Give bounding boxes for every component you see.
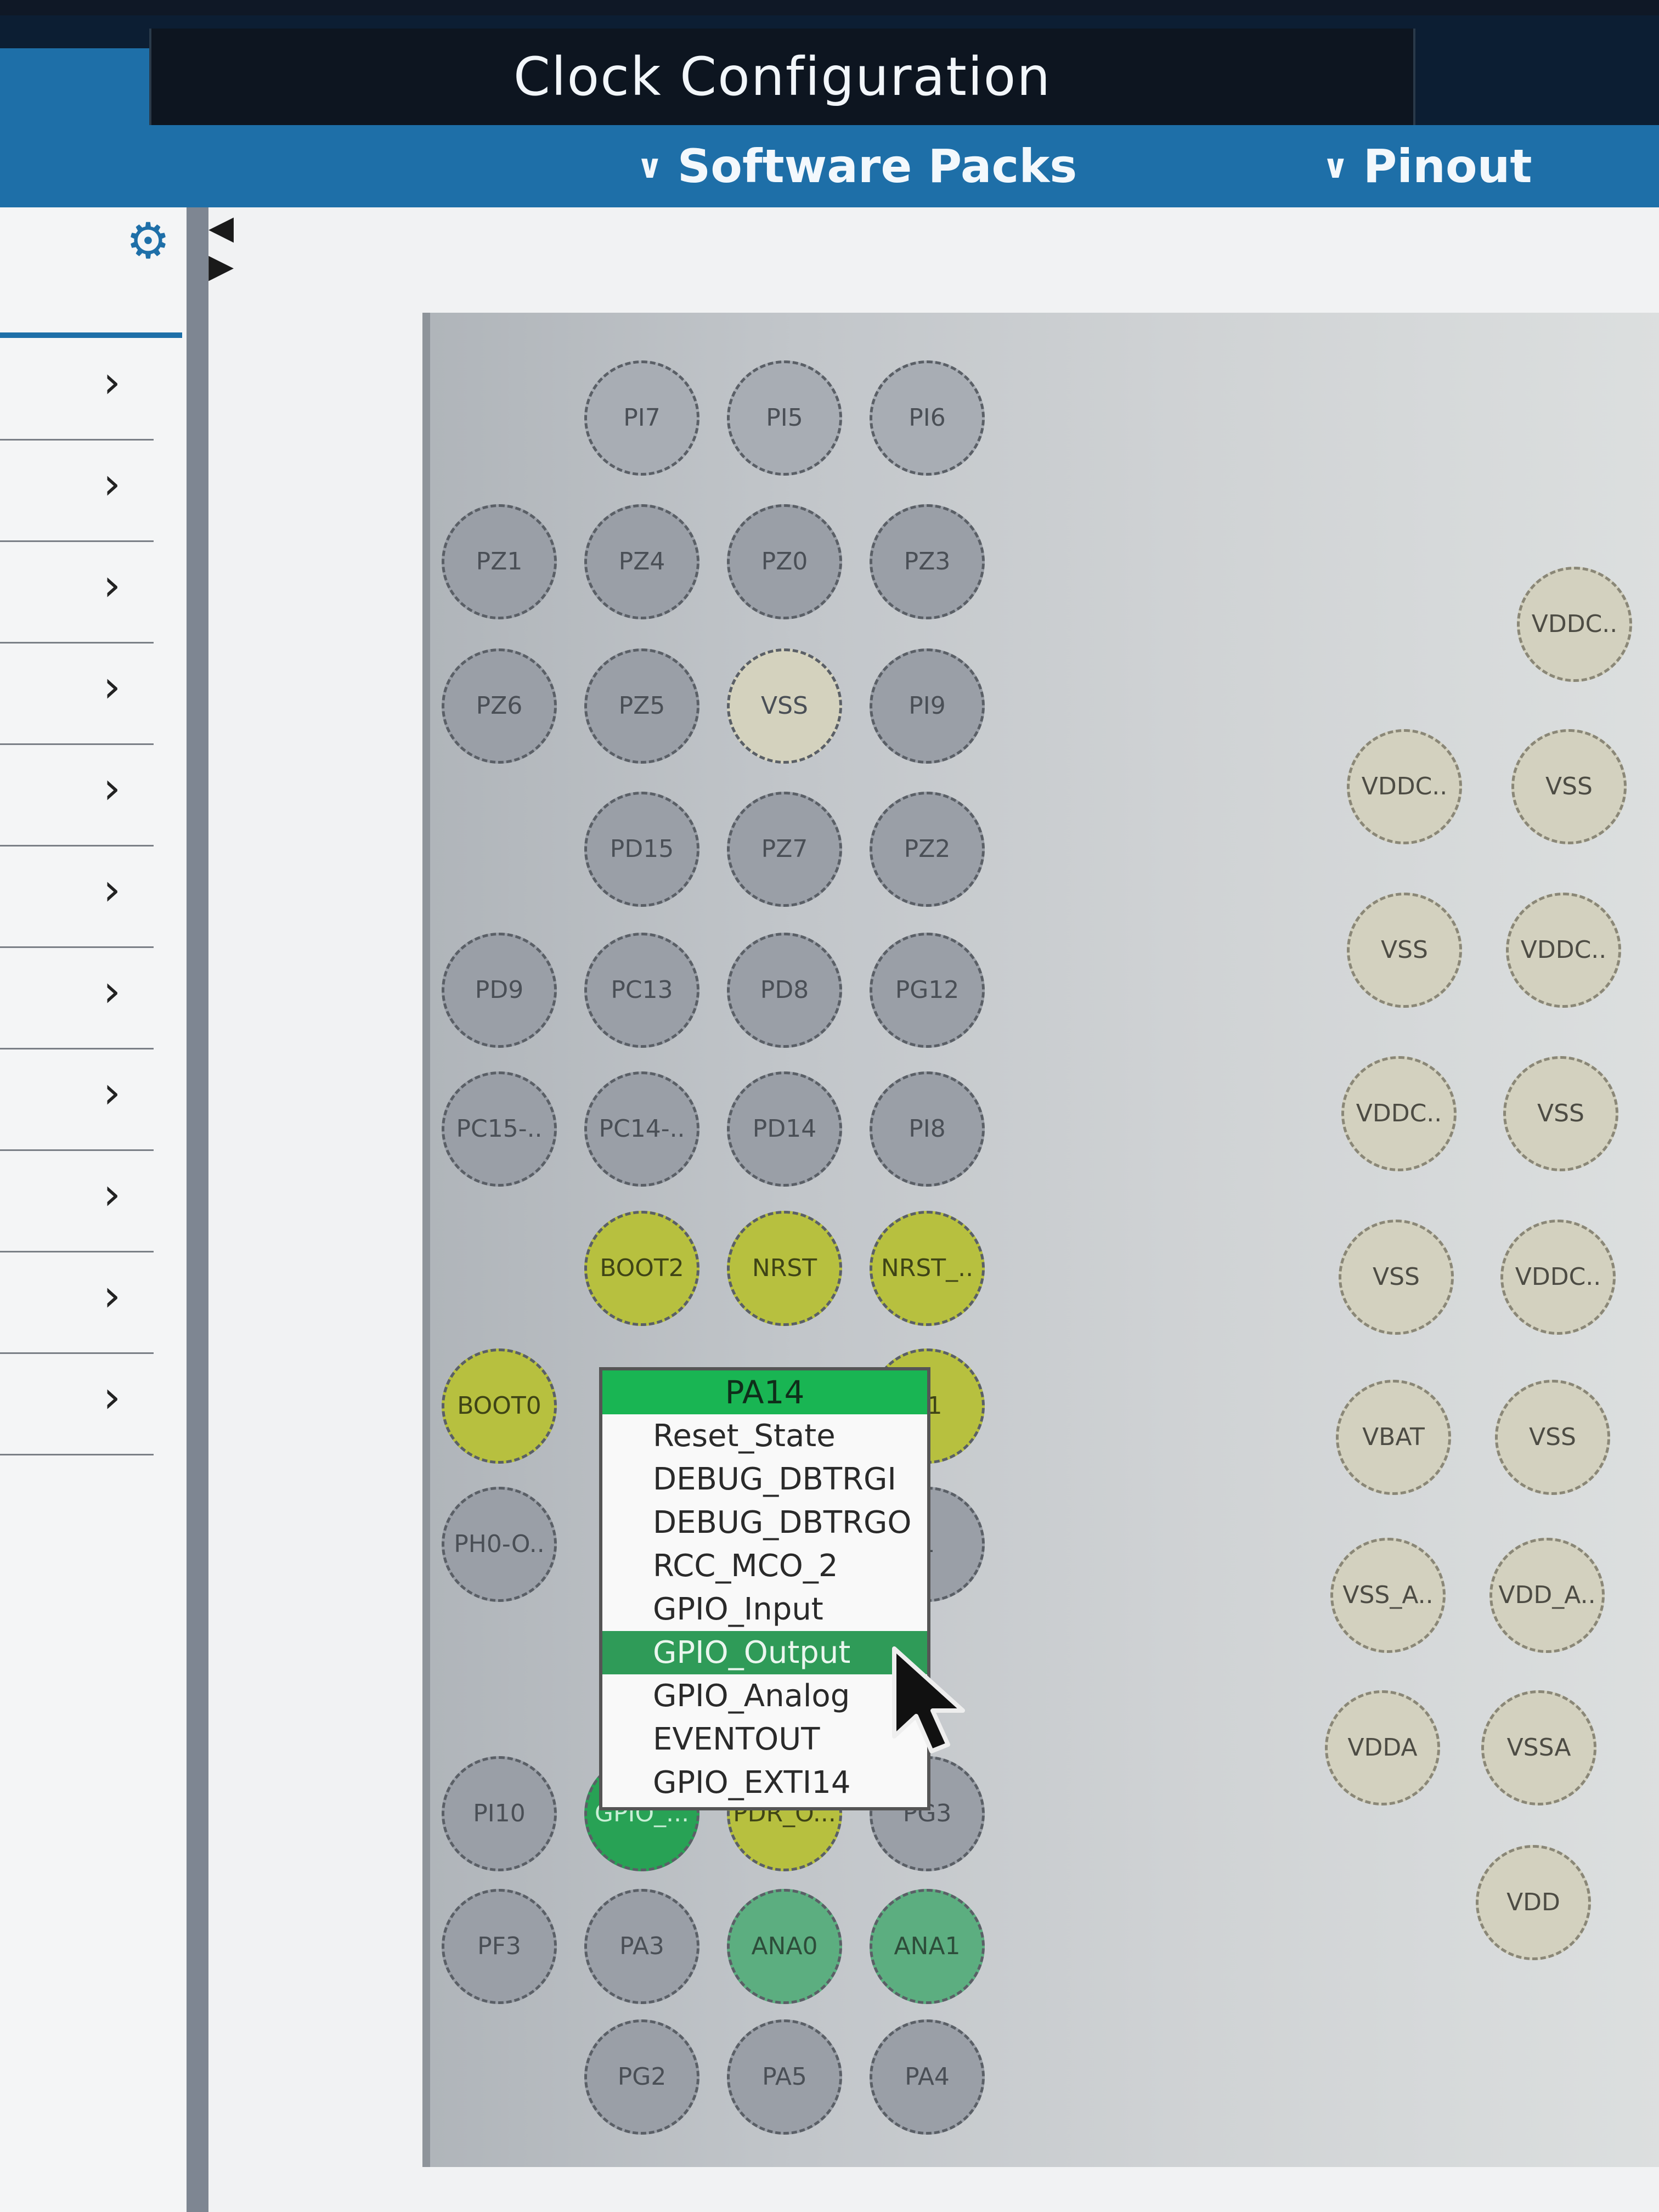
chevron-right-icon[interactable]: › [103,661,121,712]
sidebar-row[interactable]: › [0,848,154,948]
menu-option[interactable]: Reset_State [602,1414,927,1458]
power-pin[interactable]: VSS [1503,1056,1618,1171]
power-pin[interactable]: VDD [1476,1845,1591,1960]
pin[interactable]: PZ0 [727,504,842,619]
menu-option[interactable]: GPIO_Analog [602,1674,927,1718]
power-pin[interactable]: VDDC.. [1347,729,1462,844]
pin[interactable]: PI6 [870,360,985,476]
chevron-right-icon[interactable]: › [103,357,121,408]
sidebar-row[interactable]: › [0,645,154,745]
pin[interactable]: PA3 [584,1889,699,2004]
chevron-right-icon[interactable]: › [103,1067,121,1118]
power-pin[interactable]: VDDC.. [1517,567,1632,682]
menu-option[interactable]: DEBUG_DBTRGI [602,1458,927,1501]
power-pin[interactable]: VSS [1347,893,1462,1008]
pin[interactable]: PF3 [442,1889,557,2004]
pin[interactable]: PZ1 [442,504,557,619]
sidebar-row[interactable]: › [0,442,154,542]
sidebar-row[interactable]: › [0,746,154,847]
power-pin[interactable]: VDD_A.. [1489,1538,1605,1653]
power-pin[interactable]: VSSA [1481,1690,1596,1805]
power-pin[interactable]: VBAT [1336,1380,1451,1495]
sidebar-row[interactable]: › [0,1254,154,1354]
chevron-right-icon: ▶ [208,247,234,285]
gear-icon[interactable]: ⚙ [122,215,174,268]
menu-option[interactable]: GPIO_Input [602,1588,927,1631]
pin[interactable]: VSS [727,648,842,764]
menu-option[interactable]: RCC_MCO_2 [602,1544,927,1588]
pin[interactable]: PZ7 [727,792,842,907]
chevron-right-icon[interactable]: › [103,1169,121,1220]
pin[interactable]: PC14-.. [584,1071,699,1187]
chevron-right-icon[interactable]: › [103,763,121,814]
menu-pinout[interactable]: ∨ Pinout [1322,125,1532,207]
chevron-down-icon: ∨ [1322,148,1349,186]
pin[interactable]: PD14 [727,1071,842,1187]
pin[interactable]: PG2 [584,2019,699,2135]
sidebar-row[interactable]: › [0,1051,154,1151]
sidebar-row[interactable]: › [0,1152,154,1252]
pin[interactable]: BOOT2 [584,1211,699,1326]
menu-option[interactable]: DEBUG_DBTRGO [602,1501,927,1544]
chevron-right-icon[interactable]: › [103,864,121,915]
pin[interactable]: PA4 [870,2019,985,2135]
menu-software-packs-label: Software Packs [677,139,1077,193]
pin[interactable]: PZ3 [870,504,985,619]
pin[interactable]: PC15-.. [442,1071,557,1187]
pin-function-menu: PA14 Reset_State DEBUG_DBTRGI DEBUG_DBTR… [599,1367,930,1810]
pin[interactable]: PG12 [870,933,985,1048]
sidebar-row[interactable]: › [0,543,154,644]
sidebar-active-underline [0,332,182,338]
pin[interactable]: ANA1 [870,1889,985,2004]
power-pin[interactable]: VDDC.. [1341,1056,1457,1171]
chevron-right-icon[interactable]: › [103,560,121,611]
power-pin[interactable]: VDDC.. [1506,893,1621,1008]
chevron-down-icon: ∨ [636,148,663,186]
menu-option[interactable]: EVENTOUT [602,1718,927,1761]
pin[interactable]: PI8 [870,1071,985,1187]
menu-software-packs[interactable]: ∨ Software Packs [636,125,1077,207]
chevron-right-icon[interactable]: › [103,1372,121,1423]
pin[interactable]: PZ6 [442,648,557,764]
power-pin[interactable]: VSS [1495,1380,1610,1495]
top-strip [0,0,1659,15]
power-pin[interactable]: VSS_A.. [1330,1538,1446,1653]
pin[interactable]: PZ5 [584,648,699,764]
power-pin[interactable]: VDDC.. [1500,1220,1616,1335]
sidebar-row[interactable]: › [0,1355,154,1455]
tab-clock-configuration[interactable]: Clock Configuration [149,29,1415,125]
pin[interactable]: BOOT0 [442,1348,557,1464]
power-pin[interactable]: VSS [1339,1220,1454,1335]
pin-menu-title: PA14 [602,1370,927,1414]
mouse-cursor-icon [892,1646,965,1753]
pin[interactable]: PI10 [442,1756,557,1871]
power-pin[interactable]: VSS [1511,729,1627,844]
sidebar-row[interactable]: › [0,340,154,441]
menu-bar: ∨ Software Packs ∨ Pinout [0,125,1659,207]
pin[interactable]: PD9 [442,933,557,1048]
pin[interactable]: ANA0 [727,1889,842,2004]
pin[interactable]: NRST [727,1211,842,1326]
pin[interactable]: PH0-O.. [442,1487,557,1602]
pin[interactable]: PC13 [584,933,699,1048]
chevron-right-icon[interactable]: › [103,458,121,509]
menu-option-selected[interactable]: GPIO_Output [602,1631,927,1674]
collapse-arrows[interactable]: ◀ ▶ [208,208,241,291]
pin[interactable]: NRST_.. [870,1211,985,1326]
chevron-left-icon: ◀ [208,208,234,247]
chevron-right-icon[interactable]: › [103,966,121,1017]
chevron-right-icon[interactable]: › [103,1270,121,1321]
power-pin[interactable]: VDDA [1325,1690,1440,1805]
menu-option[interactable]: GPIO_EXTI14 [602,1761,927,1804]
pin[interactable]: PI7 [584,360,699,476]
menu-pinout-label: Pinout [1363,139,1532,193]
pin[interactable]: PD15 [584,792,699,907]
pin[interactable]: PD8 [727,933,842,1048]
pin[interactable]: PZ2 [870,792,985,907]
sidebar-row[interactable]: › [0,949,154,1049]
pin[interactable]: PA5 [727,2019,842,2135]
pin[interactable]: PI9 [870,648,985,764]
pin[interactable]: PI5 [727,360,842,476]
pin[interactable]: PZ4 [584,504,699,619]
